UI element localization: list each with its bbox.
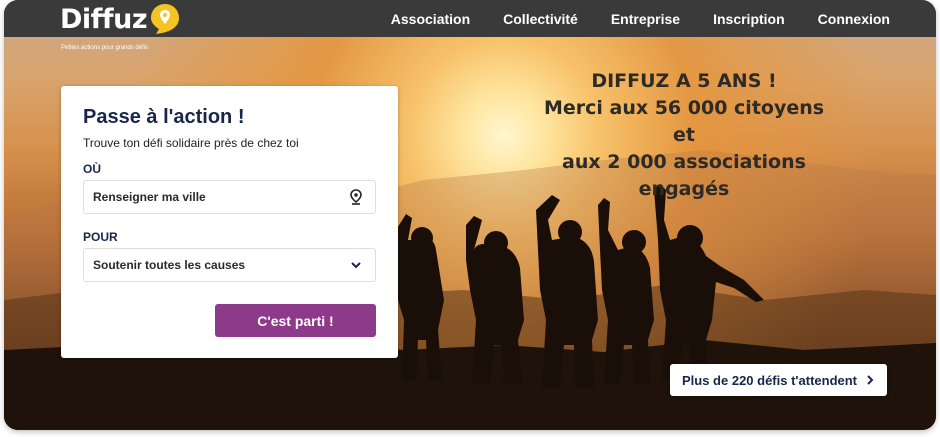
- nav-collectivite[interactable]: Collectivité: [503, 11, 578, 27]
- logo-tagline: Petites actions pour grands défis: [61, 45, 149, 51]
- search-card: Passe à l'action ! Trouve ton défi solid…: [61, 86, 398, 358]
- hero-line-2: Merci aux 56 000 citoyens et: [543, 97, 825, 146]
- logo-pin-icon: [151, 4, 179, 34]
- where-label: OÙ: [83, 162, 101, 176]
- page-frame: Diffuz Petites actions pour grands défis…: [4, 0, 936, 430]
- main-nav: Association Collectivité Entreprise Insc…: [391, 0, 890, 37]
- nav-association[interactable]: Association: [391, 11, 470, 27]
- challenges-button-label: Plus de 220 défis t'attendent: [681, 372, 858, 388]
- card-title: Passe à l'action !: [83, 106, 245, 128]
- nav-connexion[interactable]: Connexion: [818, 11, 890, 27]
- submit-button[interactable]: C'est parti !: [215, 304, 376, 337]
- city-input[interactable]: Renseigner ma ville: [83, 180, 376, 214]
- city-input-placeholder: Renseigner ma ville: [93, 190, 206, 204]
- chevron-down-icon: [351, 262, 361, 269]
- hero-headline: DIFFUZ A 5 ANS ! Merci aux 56 000 citoye…: [534, 68, 834, 203]
- card-subtitle: Trouve ton défi solidaire près de chez t…: [83, 136, 299, 150]
- logo-text: Diffuz: [60, 4, 148, 35]
- cause-select-value: Soutenir toutes les causes: [93, 258, 246, 272]
- cause-label: POUR: [83, 230, 118, 244]
- hero-line-1: DIFFUZ A 5 ANS !: [591, 70, 777, 92]
- challenges-button[interactable]: Plus de 220 défis t'attendent: [670, 364, 887, 396]
- nav-entreprise[interactable]: Entreprise: [611, 11, 680, 27]
- nav-inscription[interactable]: Inscription: [713, 11, 785, 27]
- cause-select[interactable]: Soutenir toutes les causes: [83, 248, 376, 282]
- location-pin-icon: [350, 189, 362, 205]
- brand-logo[interactable]: Diffuz Petites actions pour grands défis: [60, 4, 200, 54]
- hero-line-3: aux 2 000 associations engagés: [562, 151, 806, 200]
- chevron-right-icon: [867, 375, 874, 385]
